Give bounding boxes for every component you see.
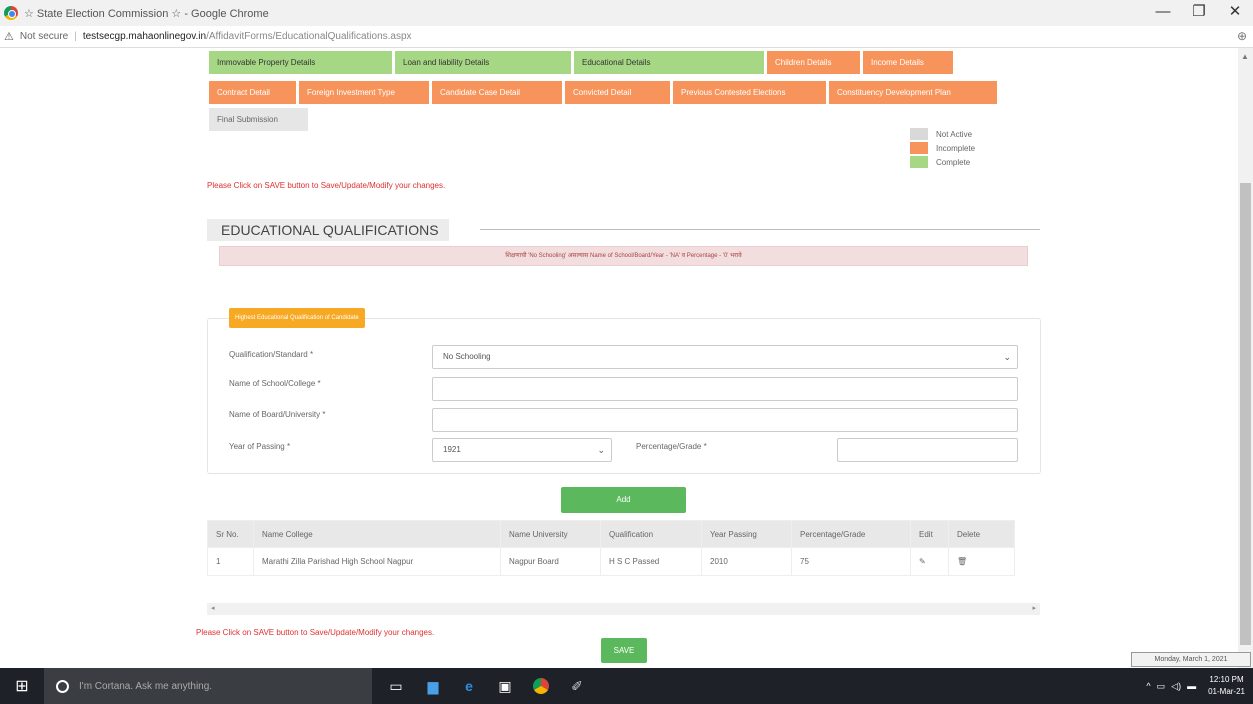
cortana-search[interactable]: I'm Cortana. Ask me anything. <box>44 668 372 704</box>
cell-qualification: H S C Passed <box>600 547 702 576</box>
percentage-label: Percentage/Grade * <box>636 442 707 451</box>
chevron-down-icon: ⌄ <box>597 445 605 455</box>
save-message-bottom: Please Click on SAVE button to Save/Upda… <box>196 628 435 637</box>
scroll-up-icon[interactable]: ▲ <box>1241 52 1249 61</box>
chrome-icon <box>4 6 18 20</box>
minimize-button[interactable]: — <box>1145 0 1181 26</box>
clock-time: 12:10 PM <box>1209 675 1244 684</box>
cell-college: Marathi Zilla Parishad High School Nagpu… <box>253 547 501 576</box>
col-name-university: Name University <box>500 520 601 548</box>
date-tooltip: Monday, March 1, 2021 <box>1131 652 1251 667</box>
year-select[interactable]: 1921 ⌄ <box>432 438 612 462</box>
paint-icon[interactable]: ✐ <box>567 676 587 696</box>
legend-incomplete: Incomplete <box>910 141 975 155</box>
school-label: Name of School/College * <box>229 379 321 388</box>
qualification-select[interactable]: No Schooling ⌄ <box>432 345 1018 369</box>
table-header-row: Sr No. Name College Name University Qual… <box>207 520 1015 548</box>
cell-percentage: 75 <box>791 547 911 576</box>
maximize-button[interactable]: ❐ <box>1181 0 1217 26</box>
cell-year: 2010 <box>701 547 792 576</box>
tab-contract-detail[interactable]: Contract Detail <box>209 81 296 104</box>
tab-candidate-case[interactable]: Candidate Case Detail <box>432 81 562 104</box>
trash-icon[interactable]: 🗑 <box>948 547 1015 576</box>
legend-complete: Complete <box>910 155 975 169</box>
browser-window: ☆ State Election Commission ☆ - Google C… <box>0 0 1253 668</box>
scroll-thumb[interactable] <box>1240 183 1251 645</box>
qualifications-table: Sr No. Name College Name University Qual… <box>207 520 1015 576</box>
close-button[interactable]: ✕ <box>1217 0 1253 26</box>
board-label: Name of Board/University * <box>229 410 326 419</box>
url-host: testsecgp.mahaonlinegov.in <box>82 31 207 42</box>
status-legend: Not Active Incomplete Complete <box>910 127 975 169</box>
tab-foreign-investment[interactable]: Foreign Investment Type <box>299 81 429 104</box>
legend-swatch <box>910 128 928 140</box>
col-year-passing: Year Passing <box>701 520 792 548</box>
table-row: 1 Marathi Zilla Parishad High School Nag… <box>207 547 1015 576</box>
network-icon[interactable]: ▭ <box>1157 681 1166 692</box>
legend-not-active: Not Active <box>910 127 975 141</box>
scroll-left-icon[interactable]: ◂ <box>211 603 215 615</box>
cortana-placeholder: I'm Cortana. Ask me anything. <box>79 680 213 692</box>
zoom-icon[interactable]: ⊕ <box>1237 29 1247 43</box>
warning-icon[interactable]: ⚠ <box>4 30 14 43</box>
tab-previous-elections[interactable]: Previous Contested Elections <box>673 81 826 104</box>
tab-final-submission[interactable]: Final Submission <box>209 108 308 131</box>
save-button[interactable]: SAVE <box>601 638 647 663</box>
cell-sr-no: 1 <box>207 547 254 576</box>
title-bar: ☆ State Election Commission ☆ - Google C… <box>0 0 1253 26</box>
tab-income-details[interactable]: Income Details <box>863 51 953 74</box>
chevron-down-icon: ⌄ <box>1003 352 1011 362</box>
edge-icon[interactable]: e <box>459 676 479 696</box>
tray-chevron-icon[interactable]: ^ <box>1146 681 1150 691</box>
add-button[interactable]: Add <box>561 487 686 513</box>
taskbar: ⊞ I'm Cortana. Ask me anything. <box>0 668 1253 704</box>
store-icon[interactable]: ▣ <box>495 676 515 696</box>
school-input[interactable] <box>432 377 1018 401</box>
tab-children-details[interactable]: Children Details <box>767 51 860 74</box>
legend-swatch <box>910 156 928 168</box>
vertical-scrollbar[interactable]: ▲ <box>1238 48 1253 668</box>
cortana-icon <box>56 679 69 693</box>
url-path: /AffidavitForms/EducationalQualification… <box>206 31 412 42</box>
clock[interactable]: 12:10 PM 01-Mar-21 <box>1208 674 1245 698</box>
legend-swatch <box>910 142 928 154</box>
notification-icon[interactable]: ▬ <box>1187 681 1196 691</box>
cell-university: Nagpur Board <box>500 547 601 576</box>
scroll-right-icon[interactable]: ▸ <box>1032 603 1036 615</box>
qualification-label: Qualification/Standard * <box>229 350 314 359</box>
col-percentage: Percentage/Grade <box>791 520 911 548</box>
clock-date: 01-Mar-21 <box>1208 687 1245 696</box>
volume-icon[interactable]: ◁) <box>1171 681 1181 692</box>
col-sr-no: Sr No. <box>207 520 254 548</box>
year-value: 1921 <box>443 445 461 454</box>
window-title: ☆ State Election Commission ☆ - Google C… <box>24 7 269 20</box>
edit-icon[interactable]: ✎ <box>910 547 949 576</box>
security-label: Not secure <box>19 31 69 42</box>
section-title: EDUCATIONAL QUALIFICATIONS <box>207 219 449 241</box>
qualification-value: No Schooling <box>443 352 491 361</box>
file-explorer-icon[interactable]: ▆ <box>423 676 443 696</box>
percentage-input[interactable] <box>837 438 1018 462</box>
fieldset-legend: Highest Educational Qualification of Can… <box>229 308 365 328</box>
col-name-college: Name College <box>253 520 501 548</box>
tab-educational-details[interactable]: Educational Details <box>574 51 764 74</box>
save-message-top: Please Click on SAVE button to Save/Upda… <box>207 181 446 190</box>
horizontal-scrollbar[interactable]: ◂ ▸ <box>207 603 1040 615</box>
year-label: Year of Passing * <box>229 442 291 451</box>
windows-start-icon[interactable]: ⊞ <box>0 668 44 704</box>
tab-immovable-property[interactable]: Immovable Property Details <box>209 51 392 74</box>
address-bar[interactable]: ⚠ Not secure | testsecgp.mahaonlinegov.i… <box>0 26 1253 48</box>
section-divider <box>480 229 1040 230</box>
tab-convicted-detail[interactable]: Convicted Detail <box>565 81 670 104</box>
chrome-taskbar-icon[interactable] <box>531 676 551 696</box>
col-edit: Edit <box>910 520 949 548</box>
tab-loan-liability[interactable]: Loan and liability Details <box>395 51 571 74</box>
info-alert: शिक्षणाची 'No Schooling' असल्यास Name of… <box>219 246 1028 266</box>
task-view-icon[interactable]: ▭ <box>386 676 406 696</box>
col-qualification: Qualification <box>600 520 702 548</box>
board-input[interactable] <box>432 408 1018 432</box>
col-delete: Delete <box>948 520 1015 548</box>
tab-constituency-plan[interactable]: Constituency Development Plan <box>829 81 997 104</box>
system-tray: ^ ▭ ◁) ▬ 12:10 PM 01-Mar-21 <box>1146 668 1253 704</box>
